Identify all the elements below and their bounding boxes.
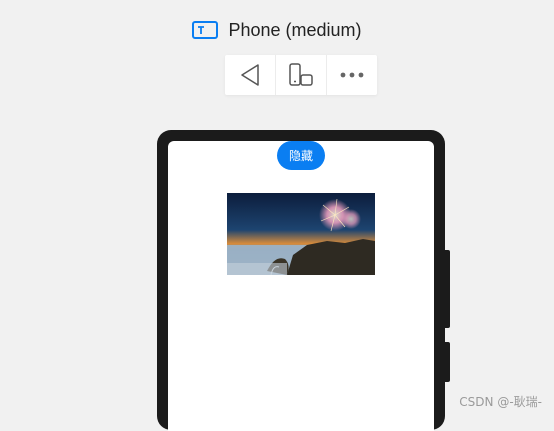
hide-button[interactable]: 隐藏 — [277, 141, 325, 170]
device-header: Phone (medium) — [0, 17, 554, 43]
preview-toolbar — [225, 55, 377, 95]
triangle-back-icon — [241, 64, 259, 86]
volume-button — [445, 342, 450, 382]
back-button[interactable] — [225, 55, 276, 95]
rotate-device-button[interactable] — [276, 55, 327, 95]
device-rotate-icon — [289, 63, 313, 86]
more-options-button[interactable] — [327, 55, 377, 95]
device-title: Phone (medium) — [228, 19, 362, 40]
power-button — [445, 250, 450, 328]
phone-frame-icon — [192, 21, 219, 39]
more-dots-icon — [340, 72, 364, 78]
fireworks-image — [227, 193, 375, 275]
phone-screen — [168, 141, 434, 431]
watermark: CSDN @-耿瑞- — [459, 395, 542, 409]
